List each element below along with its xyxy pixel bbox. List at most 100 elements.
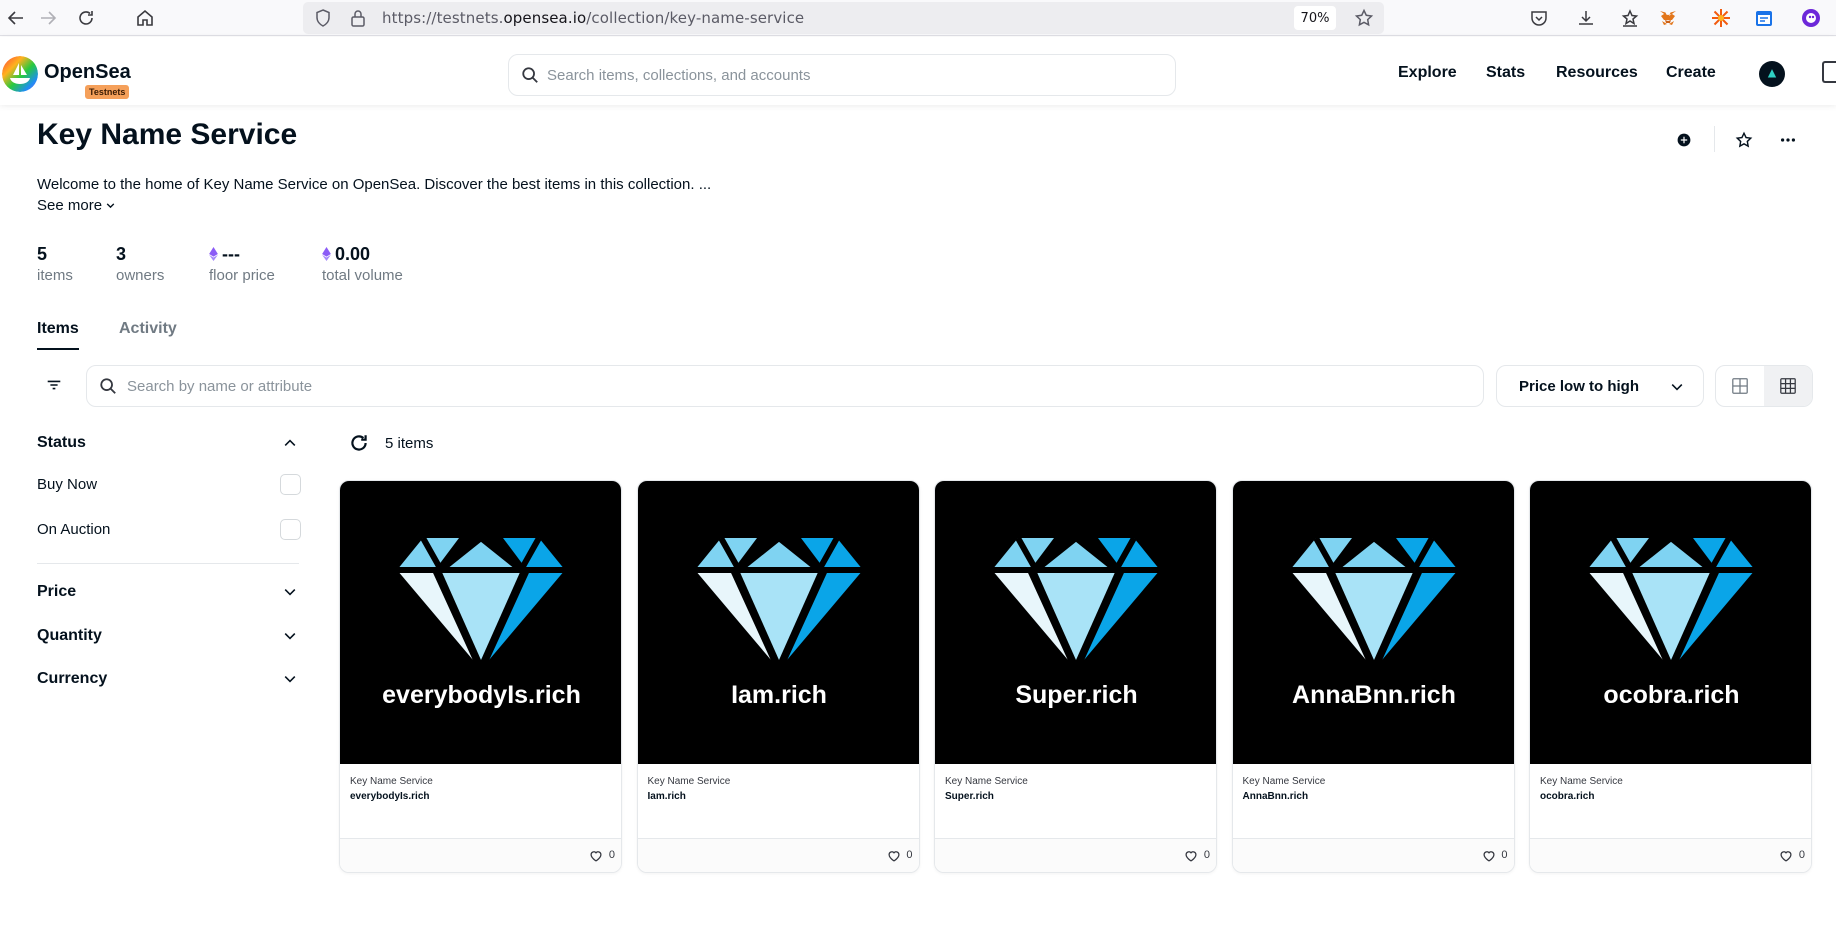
heart-icon[interactable] [589, 849, 603, 863]
item-image[interactable]: Iam.rich [637, 481, 919, 764]
refresh-icon[interactable] [348, 432, 370, 454]
spark-extension-icon[interactable] [1707, 4, 1735, 32]
filter-on-auction-checkbox[interactable] [280, 519, 301, 540]
stat-owners[interactable]: 3 owners [116, 243, 165, 285]
zoom-level[interactable]: 70% [1294, 6, 1336, 30]
pocket-icon[interactable] [1525, 4, 1553, 32]
item-card[interactable]: ocobra.rich Key Name Service ocobra.rich… [1529, 480, 1812, 873]
chevron-up-icon[interactable] [282, 435, 298, 451]
large-grid-button[interactable] [1716, 366, 1764, 406]
filter-on-auction-label[interactable]: On Auction [37, 521, 110, 538]
item-like-count: 0 [906, 849, 913, 861]
stat-owners-value: 3 [116, 243, 127, 264]
stat-total-volume[interactable]: 0.00 total volume [322, 243, 403, 285]
stat-items-value: 5 [37, 243, 48, 264]
item-image[interactable]: ocobra.rich [1530, 481, 1811, 764]
item-image-label: AnnaBnn.rich [1292, 681, 1456, 709]
globe-link-icon [1677, 133, 1691, 147]
arrow-right-icon [41, 11, 57, 25]
diamond-icon [1289, 536, 1458, 664]
forward-button[interactable] [34, 4, 62, 32]
search-icon [100, 378, 116, 394]
attribute-search-input[interactable]: Search by name or attribute [86, 365, 1484, 407]
eth-icon [322, 247, 331, 261]
small-grid-button[interactable] [1764, 366, 1812, 406]
filter-currency-header[interactable]: Currency [37, 670, 107, 688]
tab-items[interactable]: Items [37, 320, 79, 338]
heart-icon[interactable] [1482, 849, 1496, 863]
stat-owners-label: owners [116, 267, 165, 284]
diamond-icon [694, 536, 863, 664]
large-grid-icon [1732, 378, 1748, 394]
stat-floor-price[interactable]: --- floor price [209, 243, 275, 285]
item-image[interactable]: everybodyIs.rich [340, 481, 621, 764]
stat-items[interactable]: 5 items [37, 243, 73, 285]
item-card[interactable]: everybodyIs.rich Key Name Service everyb… [339, 480, 622, 873]
item-collection-name: Key Name Service [1242, 776, 1326, 787]
nav-resources[interactable]: Resources [1556, 64, 1638, 82]
home-button[interactable] [131, 4, 159, 32]
wallet-icon[interactable] [1822, 61, 1836, 83]
item-image-label: ocobra.rich [1603, 681, 1740, 709]
heart-icon[interactable] [887, 849, 901, 863]
nav-create[interactable]: Create [1666, 64, 1716, 82]
testnets-badge: Testnets [85, 85, 130, 99]
calendar-extension-icon[interactable] [1750, 4, 1778, 32]
sort-dropdown[interactable]: Price low to high [1496, 365, 1704, 407]
bookmarks-icon[interactable] [1616, 4, 1644, 32]
item-image[interactable]: AnnaBnn.rich [1232, 481, 1514, 764]
item-name[interactable]: AnnaBnn.rich [1243, 791, 1309, 802]
filter-buy-now-label[interactable]: Buy Now [37, 476, 97, 493]
stat-total-volume-value: 0.00 [335, 243, 371, 264]
bookmark-star-icon[interactable] [1354, 8, 1374, 28]
item-like-count: 0 [608, 849, 615, 861]
stat-total-volume-label: total volume [322, 267, 403, 284]
item-card[interactable]: Iam.rich Key Name Service Iam.rich 0 [636, 480, 920, 873]
item-name[interactable]: everybodyIs.rich [350, 791, 429, 802]
see-more-link[interactable]: See more [37, 197, 116, 214]
stat-items-label: items [37, 267, 73, 284]
shield-icon[interactable] [313, 8, 333, 28]
profile-extension-icon[interactable] [1797, 4, 1825, 32]
chevron-down-icon[interactable] [282, 584, 298, 600]
item-collection-name: Key Name Service [350, 776, 433, 787]
heart-icon[interactable] [1184, 849, 1198, 863]
url-bar[interactable]: https://testnets.opensea.io/collection/k… [303, 2, 1384, 34]
more-options-button[interactable] [1776, 128, 1800, 152]
chevron-down-icon[interactable] [282, 671, 298, 687]
url-text[interactable]: https://testnets.opensea.io/collection/k… [382, 9, 804, 27]
filter-buy-now-checkbox[interactable] [280, 474, 301, 495]
item-image[interactable]: Super.rich [935, 481, 1216, 764]
filter-status-header[interactable]: Status [37, 434, 86, 452]
back-button[interactable] [2, 4, 30, 32]
chevron-down-icon[interactable] [282, 628, 298, 644]
filter-price-header[interactable]: Price [37, 583, 76, 601]
tab-activity[interactable]: Activity [119, 320, 177, 338]
filter-quantity-header[interactable]: Quantity [37, 627, 102, 645]
heart-icon[interactable] [1779, 849, 1793, 863]
item-name[interactable]: Iam.rich [648, 791, 686, 802]
lock-icon[interactable] [348, 8, 368, 28]
site-logo-text[interactable]: OpenSea [44, 61, 131, 84]
nav-stats[interactable]: Stats [1486, 64, 1525, 82]
eth-icon [209, 247, 218, 261]
item-name[interactable]: Super.rich [945, 791, 994, 802]
download-icon[interactable] [1572, 4, 1600, 32]
metamask-fox-icon[interactable] [1654, 4, 1682, 32]
reload-button[interactable] [72, 4, 100, 32]
item-card-footer: 0 [935, 838, 1216, 872]
stat-floor-price-label: floor price [209, 267, 275, 284]
item-card-footer: 0 [637, 838, 919, 872]
result-count: 5 items [385, 435, 434, 452]
opensea-logo-icon[interactable] [2, 56, 38, 92]
favorite-button[interactable] [1732, 128, 1756, 152]
website-link-button[interactable] [1672, 128, 1696, 152]
item-card[interactable]: Super.rich Key Name Service Super.rich 0 [934, 480, 1217, 873]
global-search[interactable]: Search items, collections, and accounts [508, 54, 1176, 96]
item-card[interactable]: AnnaBnn.rich Key Name Service AnnaBnn.ri… [1231, 480, 1515, 873]
diamond-icon [397, 536, 565, 664]
avatar[interactable] [1759, 61, 1785, 87]
filter-toggle-button[interactable] [37, 368, 71, 402]
nav-explore[interactable]: Explore [1398, 64, 1457, 82]
item-name[interactable]: ocobra.rich [1540, 791, 1594, 802]
